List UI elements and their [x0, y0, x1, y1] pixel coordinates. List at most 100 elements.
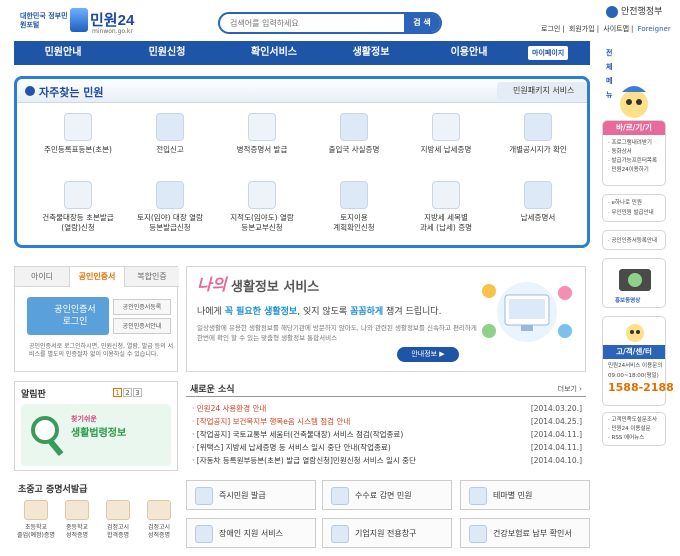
link-rss[interactable]: · RSS 에어뉴스 — [608, 434, 644, 442]
ministry-logo[interactable]: 안전행정부 — [606, 4, 662, 18]
life-info-banner[interactable]: 나의 생활정보 서비스 나에게 꼭 필요한 생활정보, 잊지 않도록 꼼꼼하게 … — [186, 266, 586, 372]
link-kiosk[interactable]: · 무인민원 발급안내 — [608, 209, 654, 217]
cert-guide-button[interactable]: 공인인증서안내 — [113, 318, 171, 334]
tab-certificate[interactable]: 공인인증서 — [69, 267, 125, 287]
news-more-link[interactable]: 더보기 › — [558, 384, 582, 394]
sitemap-link[interactable]: 사이트맵 — [603, 25, 629, 33]
customer-center-hours: 09:00~18:00(평일) — [608, 373, 659, 379]
page-1[interactable]: 1 — [113, 388, 122, 397]
nav-item-verify[interactable]: 확인서비스 — [234, 41, 314, 65]
quick-button-label: 기업지원 전용창구 — [355, 529, 417, 538]
cert-login-button[interactable]: 공인인증서 로그인 — [27, 297, 109, 335]
nav-item-life[interactable]: 생활정보 — [336, 41, 406, 65]
service-item[interactable]: 지방세 세목별 과세 (납세) 증명 — [401, 179, 491, 239]
signup-link[interactable]: 회원가입 — [569, 25, 595, 33]
quick-button[interactable]: 테마별 민원 — [460, 480, 590, 510]
business-icon — [331, 525, 349, 543]
service-label: 병적증명서 발급 — [236, 145, 288, 154]
news-row[interactable]: · [작업공지] 국토교통부 세움터(건축물대장) 서비스 점검(작업종료) [2… — [192, 428, 582, 441]
school-cert-item[interactable]: 검정고시 성적증명 — [139, 498, 179, 554]
quick-button[interactable]: 건강보험료 납부 확인서 — [460, 518, 590, 548]
news-row[interactable]: · [위택스] 지방세 납세증명 등 서비스 일시 중단 안내(작업종료) [20… — [192, 441, 582, 454]
school-cert-item[interactable]: 초등학교 졸업(예정)증명 — [16, 498, 56, 554]
school-cert-item[interactable]: 중등학교 성적증명 — [57, 498, 97, 554]
quick-button[interactable]: 수수료 감면 민원 — [322, 480, 452, 510]
search-button[interactable]: 검 색 — [404, 14, 440, 32]
tab-multi-auth[interactable]: 복합인증 — [125, 267, 179, 287]
foreigner-link[interactable]: Foreigner — [638, 25, 671, 33]
quick-button[interactable]: 기업지원 전용창구 — [322, 518, 452, 548]
guide-box: 바/르/기/기 · 프로그램내려받기 · 동화상서 · 발급가능프린터목록 · … — [602, 120, 666, 186]
banner-main-text: 생활법령정보 — [71, 428, 127, 439]
all-menu-button[interactable]: 전체메뉴 — [602, 46, 617, 99]
package-service-link[interactable]: 민원패키지 서비스 — [497, 82, 587, 100]
nav-item-guide[interactable]: 민원안내 — [28, 41, 98, 65]
service-item[interactable]: 출입국 사실증명 — [309, 111, 399, 171]
link-printer[interactable]: · 발급가능프린터목록 — [608, 157, 657, 165]
login-box: 아이디 공인인증서 복합인증 공인인증서 로그인 공인인증서등록 공인인증서안내… — [14, 266, 179, 372]
promo-box[interactable]: 홍보동영상 — [602, 258, 666, 308]
nav-item-apply[interactable]: 민원신청 — [132, 41, 202, 65]
cert-login-label: 공인인증서 로그인 — [54, 305, 96, 327]
school-cert-label: 중등학교 성적증명 — [65, 524, 89, 539]
emblem-icon — [70, 8, 88, 32]
service-item[interactable]: 지방세 납세증명 — [401, 111, 491, 171]
cert-register-button[interactable]: 공인인증서등록 — [113, 299, 171, 315]
page-2[interactable]: 2 — [123, 388, 132, 397]
page-3[interactable]: 3 — [133, 388, 142, 397]
service-item[interactable]: 납세증명서 — [493, 179, 583, 239]
life-prefix: 나의 — [197, 275, 227, 294]
news-date: [2014.04.11.] — [530, 430, 582, 439]
fee-discount-icon — [331, 487, 349, 505]
ministry-emblem-icon — [606, 5, 618, 18]
service-item[interactable]: 개별공시지가 확인 — [493, 111, 583, 171]
folder-icon — [469, 487, 487, 505]
link-program[interactable]: · 프로그램내려받기 — [608, 139, 652, 147]
link-cert-register[interactable]: · 공인인증서등록안내 — [608, 237, 657, 245]
map-monitor-icon — [248, 181, 276, 209]
panel-title: 자주찾는 민원 — [39, 86, 104, 99]
monitor-certificate-icon — [248, 113, 276, 141]
news-panel: 새로운 소식 더보기 › · 민원24 사용환경 안내 [2014.03.20.]… — [186, 379, 586, 471]
quick-button[interactable]: 장애인 지원 서비스 — [186, 518, 316, 548]
life-illustration-icon — [482, 282, 572, 342]
site-logo[interactable]: 대한민국 정부민원포털 민원24 minwon.go.kr — [20, 6, 150, 35]
life-subtitle: 나에게 꼭 필요한 생활정보, 잊지 않도록 꼼꼼하게 챙겨 드립니다. — [197, 307, 442, 317]
service-item[interactable]: 지적도(임야도) 열람 등본교부신청 — [217, 179, 307, 239]
life-more-button[interactable]: 안내정보 ▶ — [397, 347, 459, 362]
service-item[interactable]: 주민등록표등본(초본) — [33, 111, 123, 171]
link-video[interactable]: · 동화상서 — [608, 148, 632, 156]
link-box-4: · 고객민족도설문조사 · 민원24 이용설문 · RSS 에어뉴스 — [602, 412, 666, 446]
service-label: 지적도(임야도) 열람 등본교부신청 — [230, 213, 294, 232]
link-survey[interactable]: · 고객민족도설문조사 — [608, 416, 657, 424]
service-label: 토지(임야) 대장 열람 등본발급신청 — [137, 213, 203, 232]
tab-id[interactable]: 아이디 — [15, 267, 69, 287]
service-item[interactable]: 전입신고 — [125, 111, 215, 171]
my-page-button[interactable]: 마이페이지 — [528, 46, 569, 60]
quick-button[interactable]: 즉시민원 발급 — [186, 480, 316, 510]
link-usage[interactable]: · 민원24이용하기 — [608, 166, 649, 174]
nav-item-usage[interactable]: 이용안내 — [434, 41, 504, 65]
service-item[interactable]: 토지(임야) 대장 열람 등본발급신청 — [125, 179, 215, 239]
news-row[interactable]: · [자동차 등록원부등본(초본) 발급 열람신청]민원신청 서비스 일시 중단… — [192, 454, 582, 467]
service-item[interactable]: 토지이용 계획확인신청 — [309, 179, 399, 239]
news-text: · [작업공지] 보건복지부 행복e음 시스템 점검 안내 — [192, 417, 351, 426]
news-row[interactable]: · 민원24 사용환경 안내 [2014.03.20.] — [192, 402, 582, 415]
link-ehanaro[interactable]: · e하나로 민원 — [608, 199, 642, 207]
service-item[interactable]: 병적증명서 발급 — [217, 111, 307, 171]
logo-title: 민원24 — [90, 12, 135, 29]
link-usage-survey[interactable]: · 민원24 이용설문 — [608, 425, 651, 433]
airplane-icon — [340, 113, 368, 141]
notice-banner[interactable]: 찾기쉬운 생활법령정보 — [21, 404, 171, 466]
quick-button-label: 수수료 감면 민원 — [355, 491, 412, 500]
school-cert-item[interactable]: 검정고시 합격증명 — [98, 498, 138, 554]
service-item[interactable]: 건축물대장등 초본발급 (열람)신청 — [33, 179, 123, 239]
search-input[interactable] — [230, 16, 400, 30]
news-header: 새로운 소식 더보기 › — [186, 379, 586, 397]
guide-box-title: 바/르/기/기 — [603, 121, 665, 135]
logo-subtitle: 대한민국 정부민원포털 — [20, 12, 68, 29]
top-links: 로그인 | 회원가입 | 사이트맵 | Foreigner — [541, 25, 671, 33]
promo-label: 홍보동영상 — [615, 298, 641, 304]
login-link[interactable]: 로그인 — [541, 25, 560, 33]
news-row[interactable]: · [작업공지] 보건복지부 행복e음 시스템 점검 안내 [2014.04.25… — [192, 415, 582, 428]
